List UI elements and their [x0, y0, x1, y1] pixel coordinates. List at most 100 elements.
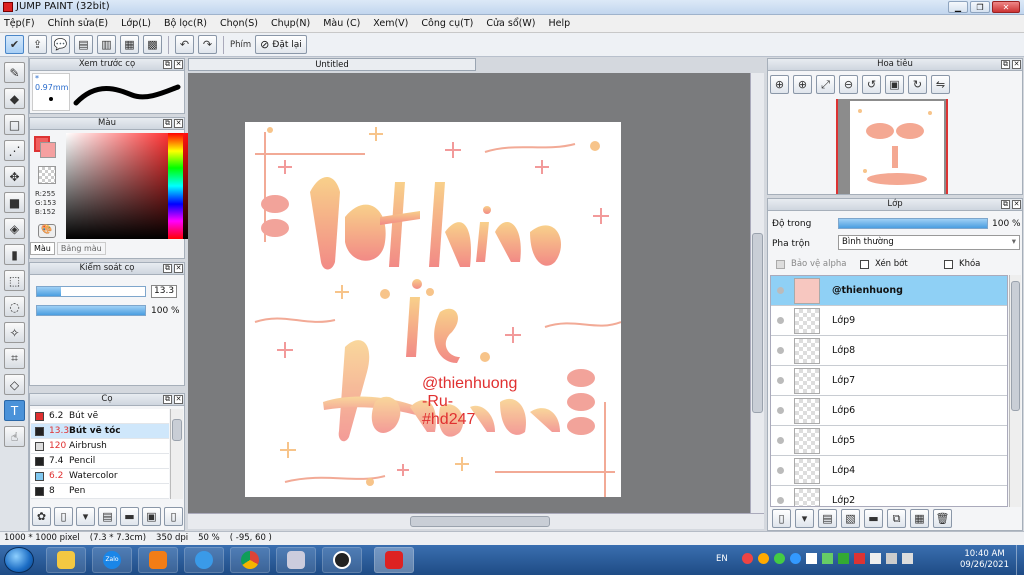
merge-layer-icon[interactable]: ⧉	[887, 509, 906, 528]
menu-edit[interactable]: Chỉnh sửa(E)	[48, 18, 109, 29]
page-icon[interactable]: ▦	[120, 35, 139, 54]
lock-option[interactable]: Khóa	[944, 259, 980, 269]
clock[interactable]: 10:40 AM 09/26/2021	[960, 549, 1009, 571]
float-icon[interactable]: ⧉	[1001, 60, 1010, 69]
blend-mode-select[interactable]: Bình thường ▾	[838, 235, 1020, 250]
float-icon[interactable]: ⧉	[163, 60, 172, 69]
visibility-icon[interactable]	[777, 467, 784, 474]
document-icon[interactable]: ▥	[97, 35, 116, 54]
alpha-lock-checkbox[interactable]	[776, 259, 785, 269]
visibility-icon[interactable]	[777, 347, 784, 354]
visibility-icon[interactable]	[777, 317, 784, 324]
layer-properties-icon[interactable]: ▦	[910, 509, 929, 528]
operation-tool-icon[interactable]: ☝	[4, 426, 25, 447]
menu-color[interactable]: Màu (C)	[323, 18, 360, 29]
taskbar-chrome[interactable]	[230, 547, 270, 573]
new-layer-menu-icon[interactable]: ▾	[795, 509, 814, 528]
delete-brush-icon[interactable]: ▯	[164, 507, 183, 526]
canvas-horizontal-scrollbar[interactable]	[188, 513, 764, 529]
close-button[interactable]: ✕	[992, 1, 1020, 13]
alpha-lock-option[interactable]: Bảo vệ alpha	[776, 259, 846, 269]
canvas-vscroll-thumb[interactable]	[752, 233, 763, 413]
check-icon[interactable]: ✔	[5, 35, 24, 54]
tray-app-icon[interactable]	[758, 553, 769, 564]
drawing-canvas[interactable]: @thienhuong -Ru- #hd247	[245, 122, 621, 497]
layer-row[interactable]: @thienhuong	[771, 276, 1007, 306]
lasso-tool-icon[interactable]: ◌	[4, 296, 25, 317]
menu-select[interactable]: Chọn(S)	[220, 18, 258, 29]
new-layer-icon[interactable]: ▯	[772, 509, 791, 528]
layer-folder-icon[interactable]: ▬	[864, 509, 883, 528]
taskbar-snipping-tool[interactable]	[276, 547, 316, 573]
export-icon[interactable]: ⇪	[28, 35, 47, 54]
layer-row[interactable]: Lớp7	[771, 366, 1007, 396]
taskbar-zalo[interactable]: Zalo	[92, 547, 132, 573]
navigator-view[interactable]	[836, 99, 948, 194]
flip-icon[interactable]: ⇋	[931, 75, 950, 94]
delete-layer-icon[interactable]: 🗑	[933, 509, 952, 528]
clip-checkbox[interactable]	[860, 259, 869, 269]
rotate-left-icon[interactable]: ↺	[862, 75, 881, 94]
message-icon[interactable]: ▤	[74, 35, 93, 54]
float-icon[interactable]: ⧉	[163, 264, 172, 273]
close-icon[interactable]: ✕	[1012, 200, 1021, 209]
comment-icon[interactable]: 💬	[51, 35, 70, 54]
canvas-vertical-scrollbar[interactable]	[750, 73, 764, 513]
close-icon[interactable]: ✕	[1012, 60, 1021, 69]
close-icon[interactable]: ✕	[174, 264, 183, 273]
visibility-icon[interactable]	[777, 407, 784, 414]
rectangle-tool-icon[interactable]: □	[4, 114, 25, 135]
visibility-icon[interactable]	[777, 377, 784, 384]
bluetooth-icon[interactable]	[806, 553, 817, 564]
zoom-out-icon[interactable]: ⊖	[839, 75, 858, 94]
menu-tools[interactable]: Công cụ(T)	[421, 18, 473, 29]
layer-row[interactable]: Lớp6	[771, 396, 1007, 426]
background-color-swatch[interactable]	[40, 142, 56, 158]
layer-list-scrollbar[interactable]	[1009, 275, 1021, 507]
taskbar-ccleaner[interactable]	[322, 547, 362, 573]
tray-app-icon[interactable]	[742, 553, 753, 564]
layer-opacity-slider[interactable]	[838, 218, 988, 229]
clip-option[interactable]: Xén bớt	[860, 259, 908, 269]
brush-list-item[interactable]: 6.2 Bút vẽ	[31, 409, 169, 424]
brush-list-item[interactable]: 8 Pen	[31, 484, 169, 499]
layer-row[interactable]: Lớp4	[771, 456, 1007, 486]
brush-list-scrollbar[interactable]	[170, 409, 183, 499]
close-icon[interactable]: ✕	[174, 60, 183, 69]
menu-layer[interactable]: Lớp(L)	[121, 18, 151, 29]
brush-list-item[interactable]: 13.3 Bút vẽ tóc	[31, 424, 169, 439]
tab-palette[interactable]: Bảng màu	[56, 242, 106, 255]
brush-group-icon[interactable]: ▣	[142, 507, 161, 526]
brush-list-item[interactable]: 7.4 Pencil	[31, 454, 169, 469]
show-desktop-button[interactable]	[1016, 545, 1024, 575]
canvas-hscroll-thumb[interactable]	[410, 516, 550, 527]
bucket-tool-icon[interactable]: ◈	[4, 218, 25, 239]
close-icon[interactable]: ✕	[174, 119, 183, 128]
signal-icon[interactable]	[886, 553, 897, 564]
eraser-tool-icon[interactable]: ◆	[4, 88, 25, 109]
layer-row[interactable]: Lớp8	[771, 336, 1007, 366]
language-indicator[interactable]: EN	[716, 554, 728, 564]
brush-size-slider[interactable]	[36, 286, 146, 297]
minimize-button[interactable]: ▁	[948, 1, 968, 13]
menu-file[interactable]: Tệp(F)	[4, 18, 35, 29]
hue-slider[interactable]	[168, 133, 183, 239]
taskbar-jump-paint[interactable]	[374, 547, 414, 573]
document-tab[interactable]: Untitled	[188, 58, 476, 71]
layer-row[interactable]: Lớp5	[771, 426, 1007, 456]
zoom-fit-icon[interactable]: ⊕	[770, 75, 789, 94]
grid-settings-icon[interactable]: ▩	[143, 35, 162, 54]
layer-row[interactable]: Lớp9	[771, 306, 1007, 336]
reset-button[interactable]: ⊘ Đặt lại	[255, 35, 307, 54]
zoom-in-icon[interactable]: ⊕	[793, 75, 812, 94]
brush-list-item[interactable]: 6.2 Watercolor	[31, 469, 169, 484]
battery-icon[interactable]	[870, 553, 881, 564]
brush-settings-icon[interactable]: ✿	[32, 507, 51, 526]
brush-menu-icon[interactable]: ▾	[76, 507, 95, 526]
move-tool-icon[interactable]: ✥	[4, 166, 25, 187]
brush-size-value[interactable]: 13.3	[151, 285, 177, 298]
select-pen-tool-icon[interactable]: ⌗	[4, 348, 25, 369]
canvas-area[interactable]: @thienhuong -Ru- #hd247	[188, 73, 750, 513]
fill-rect-tool-icon[interactable]: ■	[4, 192, 25, 213]
layer-row[interactable]: Lớp2	[771, 486, 1007, 506]
